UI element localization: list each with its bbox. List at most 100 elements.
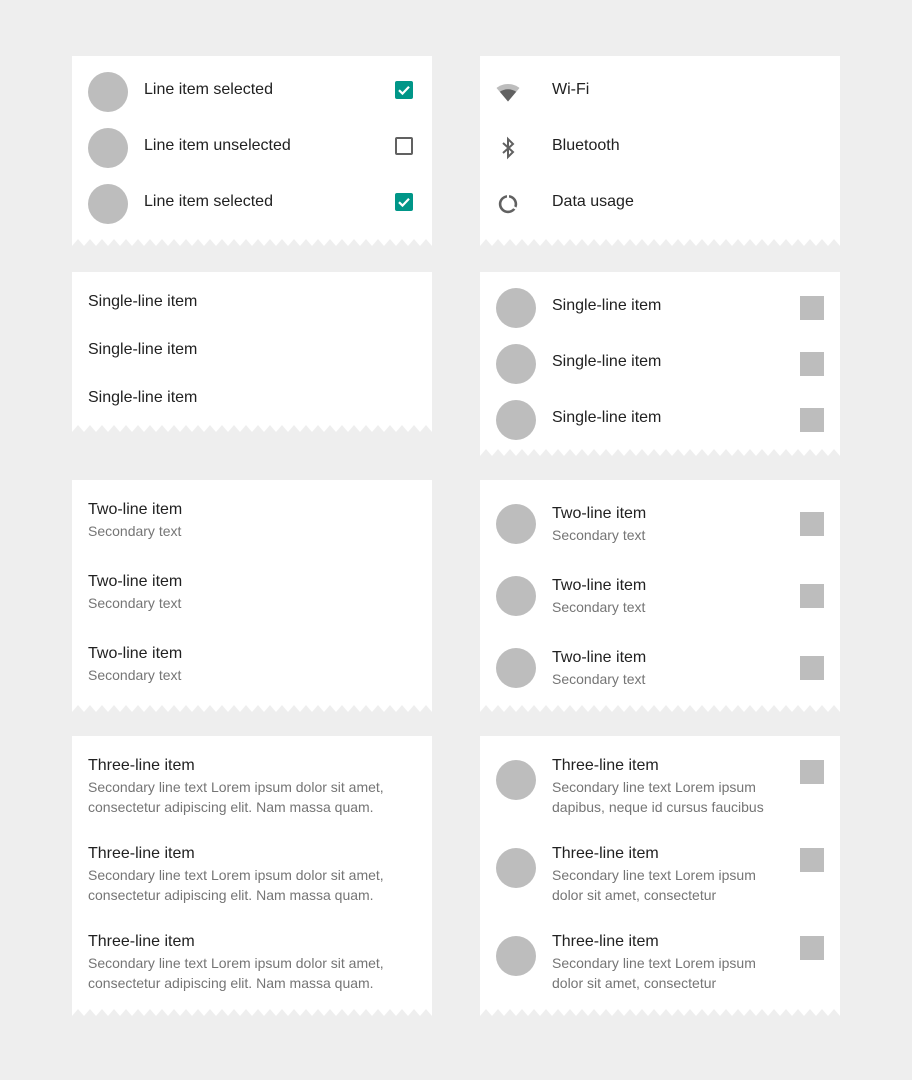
list-item[interactable]: Three-line item Secondary line text Lore… <box>72 844 432 932</box>
torn-edge <box>72 1008 432 1016</box>
list-item-secondary-line-2: consectetur adipiscing elit. Nam massa q… <box>88 887 374 903</box>
list-item-label: Line item selected <box>144 81 273 98</box>
list-item-bluetooth[interactable]: Bluetooth <box>480 120 840 176</box>
checkbox-checked[interactable] <box>395 193 413 211</box>
torn-edge <box>72 704 432 712</box>
avatar <box>496 936 536 976</box>
torn-edge <box>480 1008 840 1016</box>
list-item-secondary-line-2: dolor sit amet, consectetur <box>552 975 717 991</box>
list-item[interactable]: Line item selected <box>72 64 432 120</box>
list-item[interactable]: Three-line item Secondary line text Lore… <box>480 932 840 1008</box>
list-item-primary: Three-line item <box>552 757 659 774</box>
two-line-list-card: Two-line item Secondary text Two-line it… <box>72 480 432 712</box>
list-item-primary: Three-line item <box>552 933 659 950</box>
list-item-primary: Two-line item <box>552 505 647 522</box>
list-item-primary: Three-line item <box>88 845 195 862</box>
list-item-label: Line item selected <box>144 193 273 210</box>
list-item-label: Single-line item <box>552 353 662 370</box>
list-item[interactable]: Single-line item <box>480 336 840 392</box>
list-item-secondary-line-2: consectetur adipiscing elit. Nam massa q… <box>88 975 374 991</box>
check-icon <box>398 198 410 208</box>
secondary-action[interactable] <box>800 408 824 432</box>
list-item-secondary-line-1: Secondary line text Lorem ipsum <box>552 867 756 883</box>
list-item-label: Single-line item <box>552 297 662 314</box>
list-item[interactable]: Three-line item Secondary line text Lore… <box>480 844 840 932</box>
list-item[interactable]: Line item unselected <box>72 120 432 176</box>
list-item-secondary: Secondary text <box>552 599 646 615</box>
secondary-action[interactable] <box>800 512 824 536</box>
list-item[interactable]: Two-line item Secondary text <box>72 572 432 644</box>
list-item[interactable]: Two-line item Secondary text <box>72 500 432 572</box>
single-line-avatar-list-card: Single-line item Single-line item Single… <box>480 272 840 456</box>
list-item-secondary: Secondary text <box>88 667 182 683</box>
secondary-action[interactable] <box>800 760 824 784</box>
list-item-primary: Two-line item <box>88 645 183 662</box>
avatar <box>496 288 536 328</box>
list-item-secondary-line-2: dolor sit amet, consectetur <box>552 887 717 903</box>
checkbox-list-card: Line item selected Line item unselected … <box>72 56 432 246</box>
list-item-primary: Two-line item <box>552 577 647 594</box>
avatar <box>496 648 536 688</box>
list-item[interactable]: Line item selected <box>72 176 432 232</box>
list-item-data-usage[interactable]: Data usage <box>480 176 840 232</box>
list-item-secondary-line-1: Secondary line text Lorem ipsum dolor si… <box>88 955 384 971</box>
list-item-primary: Two-line item <box>552 649 647 666</box>
list-item[interactable]: Two-line item Secondary text <box>480 488 840 560</box>
torn-edge <box>72 238 432 246</box>
avatar <box>88 72 128 112</box>
list-item-secondary-line-1: Secondary line text Lorem ipsum dolor si… <box>88 779 384 795</box>
list-item-primary: Three-line item <box>88 757 195 774</box>
list-item-label: Bluetooth <box>552 137 620 154</box>
list-item-label: Wi-Fi <box>552 81 590 98</box>
list-item-secondary: Secondary text <box>88 523 182 539</box>
list-item-label: Data usage <box>552 193 634 210</box>
list-item-label: Single-line item <box>88 293 198 310</box>
wifi-icon <box>496 84 520 102</box>
secondary-action[interactable] <box>800 656 824 680</box>
avatar <box>496 760 536 800</box>
torn-edge <box>72 424 432 432</box>
data-usage-icon <box>498 195 518 214</box>
list-item-wifi[interactable]: Wi-Fi <box>480 64 840 120</box>
list-item[interactable]: Two-line item Secondary text <box>480 632 840 704</box>
list-item[interactable]: Single-line item <box>72 328 432 376</box>
secondary-action[interactable] <box>800 296 824 320</box>
single-line-list-card: Single-line item Single-line item Single… <box>72 272 432 432</box>
list-item-label: Single-line item <box>552 409 662 426</box>
torn-edge <box>480 238 840 246</box>
check-icon <box>398 86 410 96</box>
list-item[interactable]: Three-line item Secondary line text Lore… <box>480 756 840 844</box>
list-item[interactable]: Single-line item <box>480 392 840 448</box>
checkbox-checked[interactable] <box>395 81 413 99</box>
torn-edge <box>480 448 840 456</box>
list-item[interactable]: Single-line item <box>72 376 432 424</box>
list-item[interactable]: Single-line item <box>72 280 432 328</box>
checkbox-unchecked[interactable] <box>395 137 413 155</box>
avatar <box>496 504 536 544</box>
list-item-secondary-line-1: Secondary line text Lorem ipsum <box>552 955 756 971</box>
list-item[interactable]: Two-line item Secondary text <box>72 644 432 704</box>
avatar <box>88 128 128 168</box>
settings-list-card: Wi-Fi Bluetooth Data usage <box>480 56 840 246</box>
list-item-secondary: Secondary text <box>88 595 182 611</box>
list-item-secondary: Secondary text <box>552 527 646 543</box>
list-item-label: Single-line item <box>88 341 198 358</box>
list-item-primary: Three-line item <box>88 933 195 950</box>
secondary-action[interactable] <box>800 352 824 376</box>
list-item-secondary-line-2: dapibus, neque id cursus faucibus <box>552 799 764 815</box>
list-item[interactable]: Two-line item Secondary text <box>480 560 840 632</box>
list-item-secondary: Secondary text <box>552 671 646 687</box>
secondary-action[interactable] <box>800 936 824 960</box>
bluetooth-icon <box>502 136 515 160</box>
list-item-primary: Two-line item <box>88 501 183 518</box>
secondary-action[interactable] <box>800 584 824 608</box>
secondary-action[interactable] <box>800 848 824 872</box>
list-item[interactable]: Three-line item Secondary line text Lore… <box>72 756 432 844</box>
list-item[interactable]: Three-line item Secondary line text Lore… <box>72 932 432 1008</box>
list-item-label: Line item unselected <box>144 137 291 154</box>
list-item[interactable]: Single-line item <box>480 280 840 336</box>
list-item-secondary-line-1: Secondary line text Lorem ipsum <box>552 779 756 795</box>
avatar <box>496 576 536 616</box>
two-line-avatar-list-card: Two-line item Secondary text Two-line it… <box>480 480 840 712</box>
avatar <box>496 848 536 888</box>
